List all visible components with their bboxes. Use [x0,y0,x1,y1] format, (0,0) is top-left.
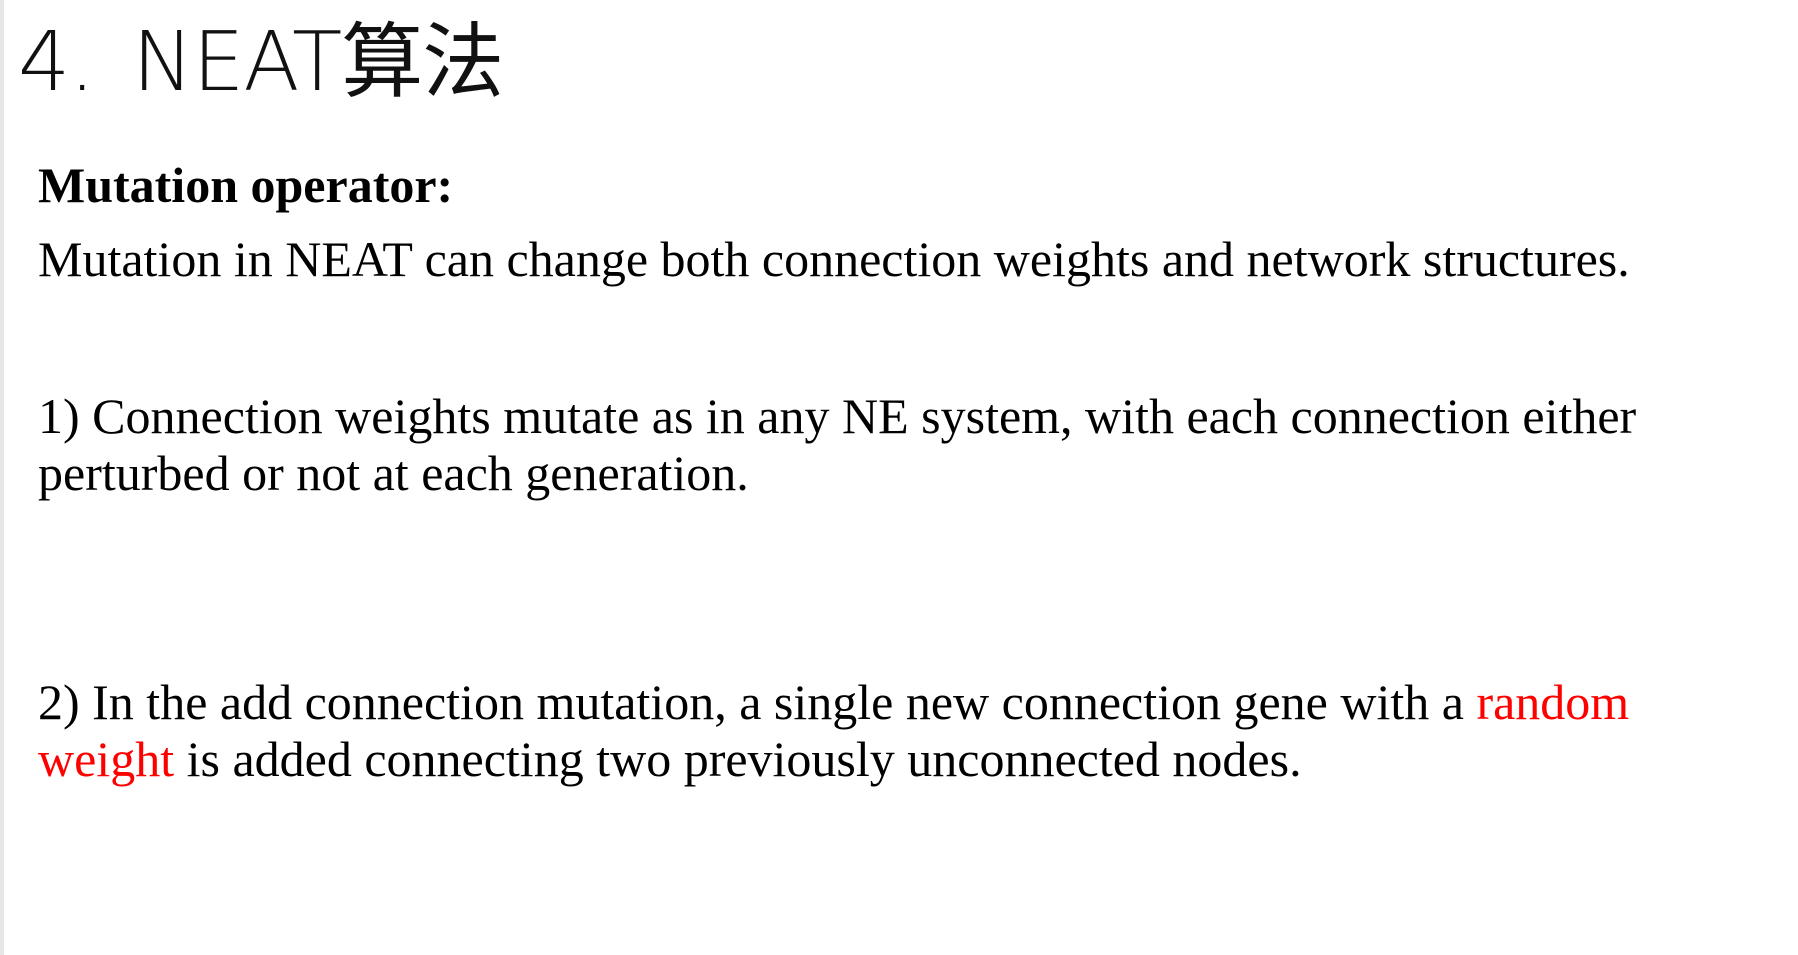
slide-left-edge [0,0,4,955]
title-text: NEAT算法 [132,15,504,110]
point-2-text-after: is added connecting two previously uncon… [174,731,1302,787]
point-1-paragraph: 1) Connection weights mutate as in any N… [38,388,1637,501]
point-2-paragraph: 2) In the add connection mutation, a sin… [38,674,1758,788]
slide-title: 4. NEAT算法 [18,22,504,104]
slide: 4. NEAT算法 Mutation operator: Mutation in … [0,0,1798,955]
point-2-text-before: 2) In the add connection mutation, a sin… [38,674,1477,730]
slide-body: Mutation operator: Mutation in NEAT can … [38,157,1758,787]
section-heading: Mutation operator: [38,157,454,213]
title-number: 4. [18,15,95,110]
intro-paragraph: Mutation in NEAT can change both connect… [38,231,1630,287]
